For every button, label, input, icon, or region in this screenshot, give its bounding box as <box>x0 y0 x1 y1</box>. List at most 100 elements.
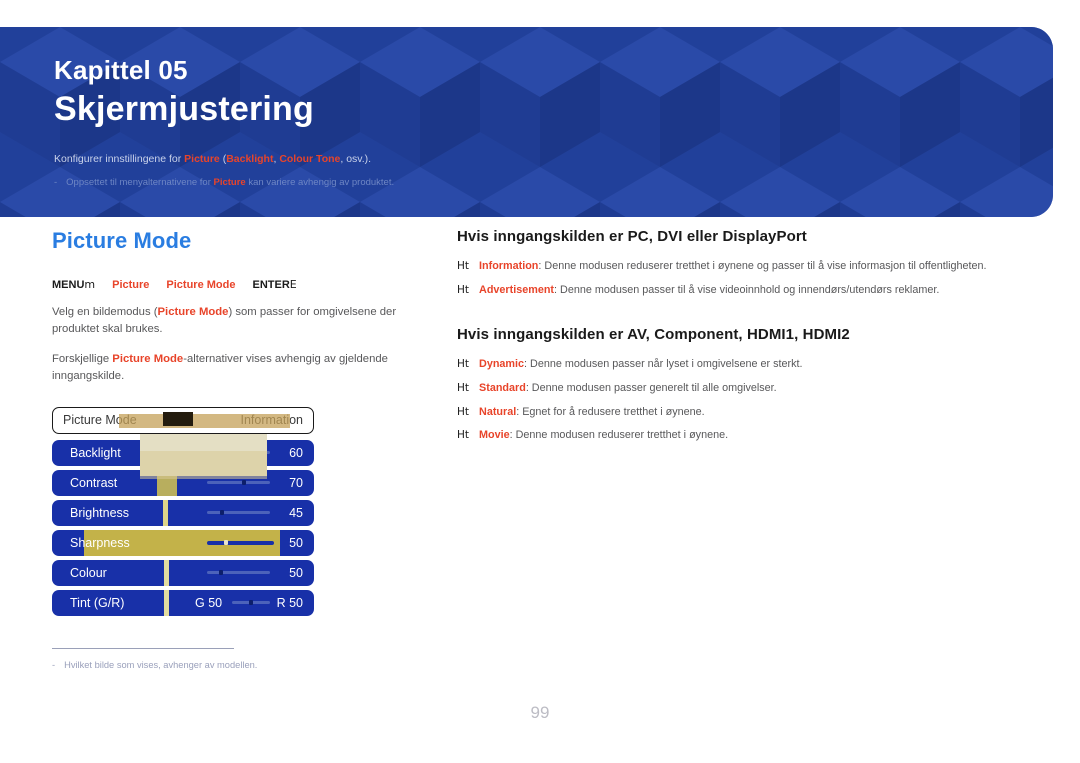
list-item-text: Dynamic: Denne modusen passer når lyset … <box>479 357 802 373</box>
osd-value-tint-red: R 50 <box>276 595 303 610</box>
list-item: Ht Movie: Denne modusen reduserer tretth… <box>457 428 1017 444</box>
osd-beige-overlay-lower <box>140 450 267 479</box>
list-item-term: Information <box>479 260 539 272</box>
osd-label-brightness: Brightness <box>70 505 130 520</box>
osd-value-tint-green: G 50 <box>195 595 223 610</box>
banner-note: - Oppsettet til menyalternativene for Pi… <box>54 176 1023 190</box>
list-item-term: Standard <box>479 381 526 394</box>
osd-knob-brightness[interactable] <box>220 510 224 516</box>
list-item-desc: : Denne modusen reduserer tretthet i øyn… <box>509 429 729 442</box>
menu-path: MENUm Picture Picture Mode ENTERE <box>52 278 424 291</box>
subheading-av-component-hdmi: Hvis inngangskilden er AV, Component, HD… <box>457 326 850 344</box>
enter-key-icon: E <box>289 278 297 291</box>
osd-row-tint[interactable]: Tint (G/R) G 50 R 50 <box>52 589 314 616</box>
description-paragraph-2: Forskjellige Picture Mode-alternativer v… <box>52 351 424 385</box>
par1-term: Picture Mode <box>157 306 229 318</box>
osd-menu-mockup: Picture Mode Information Backlight 60 Co… <box>52 406 314 652</box>
osd-label-contrast: Contrast <box>70 475 118 490</box>
banner-desc-hl-backlight: Backlight <box>226 152 274 165</box>
list-item-term: Movie <box>479 429 510 442</box>
list-item-desc: : Denne modusen passer til å vise videoi… <box>554 283 940 296</box>
osd-marker-colour <box>164 559 169 586</box>
osd-row-colour[interactable]: Colour 50 <box>52 559 314 586</box>
osd-label-sharpness: Sharpness <box>70 535 130 550</box>
list-item: Ht Information: Denne modusen reduserer … <box>457 259 1017 275</box>
list-item-text: Advertisement: Denne modusen passer til … <box>479 283 939 299</box>
menu-key-icon: m <box>84 278 96 291</box>
list-item-desc: : Egnet for å redusere tretthet i øynene… <box>516 405 705 418</box>
right-column: Hvis inngangskilden er PC, DVI eller Dis… <box>457 228 1017 452</box>
osd-knob-contrast[interactable] <box>242 480 246 486</box>
osd-value-brightness: 45 <box>289 505 303 520</box>
list-item: Ht Standard: Denne modusen passer genere… <box>457 381 1017 397</box>
banner-desc-suffix: , osv.). <box>340 152 372 165</box>
bullet-icon: Ht <box>457 260 470 272</box>
footnote: - Hvilket bilde som vises, avhenger av m… <box>52 659 424 673</box>
subheading-pc-dvi-displayport: Hvis inngangskilden er PC, DVI eller Dis… <box>457 228 807 245</box>
list-item-desc: : Denne modusen passer generelt til alle… <box>525 381 777 394</box>
menu-path-enter: ENTER <box>252 279 290 291</box>
bullet-icon: Ht <box>457 283 470 296</box>
list-item-text: Information: Denne modusen reduserer tre… <box>479 259 987 275</box>
picture-mode-list-pc: Ht Information: Denne modusen reduserer … <box>457 259 1017 298</box>
osd-header-row[interactable]: Picture Mode Information <box>52 406 314 434</box>
list-item-text: Natural: Egnet for å redusere tretthet i… <box>479 405 705 421</box>
osd-label-tint: Tint (G/R) <box>70 595 125 610</box>
osd-track-sharpness <box>207 540 274 545</box>
page-number: 99 <box>530 703 550 722</box>
banner-content: Kapittel 05 Skjermjustering Konfigurer i… <box>54 55 1023 191</box>
footnote-text: Hvilket bilde som vises, avhenger av mod… <box>64 660 258 670</box>
osd-track-contrast <box>207 481 270 485</box>
osd-label-colour: Colour <box>70 565 107 580</box>
chapter-banner: Kapittel 05 Skjermjustering Konfigurer i… <box>0 27 1053 217</box>
osd-row-sharpness[interactable]: Sharpness 50 <box>52 529 314 556</box>
bullet-icon: Ht <box>457 358 470 371</box>
osd-value-backlight: 60 <box>289 445 303 460</box>
bullet-icon: Ht <box>457 405 470 418</box>
banner-note-hl: Picture <box>213 177 246 189</box>
list-item-term: Dynamic <box>479 358 525 371</box>
left-column: Picture Mode MENUm Picture Picture Mode ENT… <box>52 228 424 652</box>
list-item-term: Natural <box>479 405 517 418</box>
chapter-title: Skjermjustering <box>54 89 314 128</box>
osd-knob-colour[interactable] <box>219 570 223 576</box>
banner-note-prefix: Oppsettet til menyalternativene for <box>66 177 214 189</box>
banner-note-dash: - <box>54 177 58 189</box>
list-item-desc: : Denne modusen passer når lyset i omgiv… <box>524 358 803 371</box>
footnote-dash: - <box>52 660 56 670</box>
description-paragraph-1: Velg en bildemodus (Picture Mode) som pa… <box>52 304 424 338</box>
osd-label-backlight: Backlight <box>70 445 121 460</box>
par2-a: Forskjellige <box>52 352 113 365</box>
list-item: Ht Natural: Egnet for å redusere tretthe… <box>457 405 1017 421</box>
bullet-icon: Ht <box>457 429 470 442</box>
banner-note-text: Oppsettet til menyalternativene for Pict… <box>66 176 394 190</box>
footnote-block: - Hvilket bilde som vises, avhenger av m… <box>52 648 424 673</box>
list-item: Ht Dynamic: Denne modusen passer når lys… <box>457 357 1017 373</box>
osd-knob-tint[interactable] <box>249 600 253 606</box>
osd-marker-brightness <box>163 499 168 526</box>
osd-track-colour <box>207 571 270 575</box>
par2-term: Picture Mode <box>112 352 184 365</box>
osd-value-colour: 50 <box>289 565 303 580</box>
banner-desc-prefix: Konfigurer innstillingene for <box>54 152 185 165</box>
list-item-term: Advertisement <box>479 283 555 296</box>
osd-header-dark-block <box>163 411 193 426</box>
list-item-text: Movie: Denne modusen reduserer tretthet … <box>479 428 728 444</box>
osd-header-tan-overlay <box>119 413 290 428</box>
osd-knob-sharpness[interactable] <box>224 540 228 546</box>
menu-path-segment-picture: Picture <box>112 279 150 291</box>
bullet-icon: Ht <box>457 381 470 394</box>
osd-marker-tint <box>164 589 169 616</box>
footnote-divider <box>52 648 234 649</box>
menu-path-segment-picture-mode: Picture Mode <box>166 279 236 291</box>
menu-path-menu: MENU <box>52 279 85 291</box>
list-item-desc: : Denne modusen reduserer tretthet i øyn… <box>538 260 987 272</box>
osd-value-contrast: 70 <box>289 475 303 490</box>
osd-row-brightness[interactable]: Brightness 45 <box>52 499 314 526</box>
banner-note-suffix: kan variere avhengig av produktet. <box>245 177 395 189</box>
list-item: Ht Advertisement: Denne modusen passer t… <box>457 283 1017 299</box>
banner-desc-hl-picture: Picture <box>184 152 220 165</box>
list-item-text: Standard: Denne modusen passer generelt … <box>479 381 777 397</box>
page-title: Picture Mode <box>52 228 192 253</box>
par1-a: Velg en bildemodus ( <box>52 306 158 318</box>
